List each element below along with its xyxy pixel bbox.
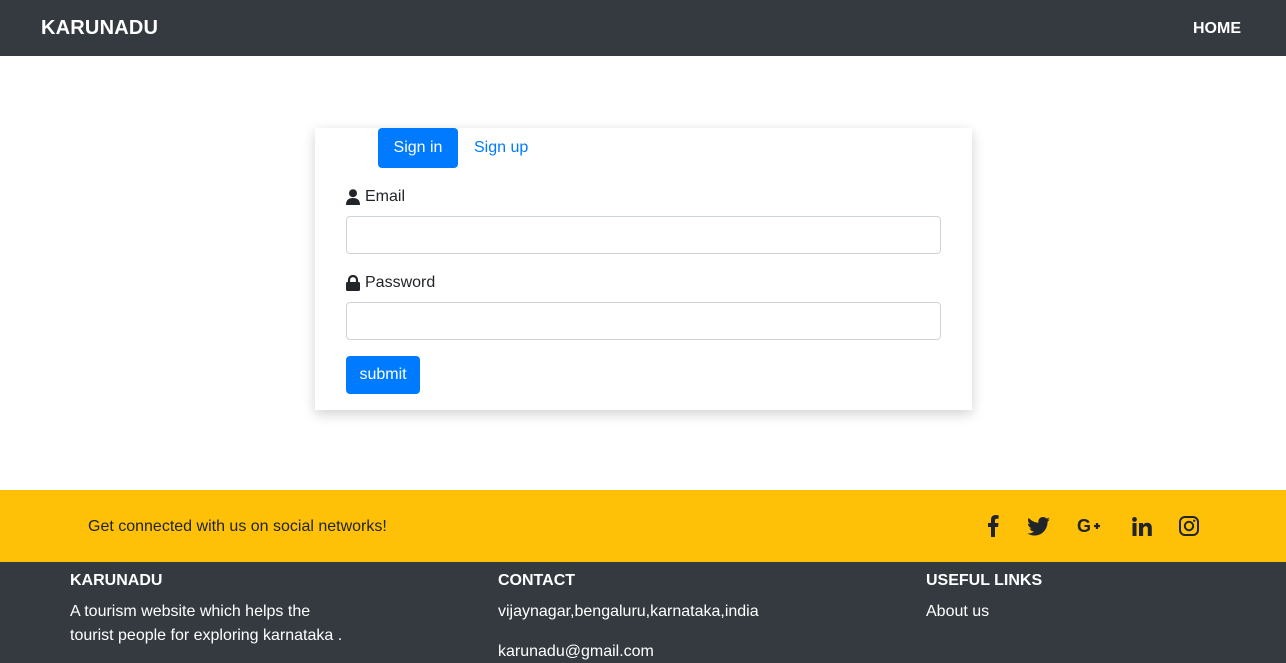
tab-signup[interactable]: Sign up (459, 128, 543, 168)
twitter-icon[interactable] (1026, 514, 1050, 538)
footer-about-text-line1: A tourism website which helps the (70, 603, 311, 620)
social-text: Get connected with us on social networks… (88, 518, 387, 535)
email-input[interactable] (346, 216, 941, 254)
google-plus-icon[interactable]: G (1077, 514, 1105, 538)
linkedin-icon[interactable] (1130, 514, 1154, 538)
footer-about-us-link[interactable]: About us (926, 600, 1126, 624)
footer-about-text-line2: tourist people for exploring karnataka . (70, 627, 343, 644)
tab-signin[interactable]: Sign in (378, 128, 458, 168)
svg-text:G: G (1077, 518, 1091, 534)
auth-card: Sign in Sign up Email Password submit (315, 128, 972, 410)
facebook-icon[interactable] (981, 514, 1005, 538)
password-label-row: Password (346, 274, 435, 292)
footer: KARUNADU A tourism website which helps t… (0, 562, 1286, 663)
social-bar: Get connected with us on social networks… (0, 490, 1286, 562)
footer-links-section: USEFUL LINKS About us (926, 572, 1126, 624)
footer-links-heading: USEFUL LINKS (926, 572, 1043, 589)
email-label-row: Email (346, 188, 405, 206)
brand-logo[interactable]: KARUNADU (41, 17, 158, 40)
footer-about-section: KARUNADU A tourism website which helps t… (70, 572, 370, 648)
lock-icon (346, 275, 360, 291)
footer-contact-heading: CONTACT (498, 572, 576, 589)
nav-home-link[interactable]: HOME (1193, 20, 1241, 38)
user-icon (346, 189, 360, 205)
footer-contact-address: vijaynagar,bengaluru,karnataka,india (498, 603, 759, 620)
footer-about-heading: KARUNADU (70, 572, 163, 589)
navbar: KARUNADU HOME (0, 0, 1286, 56)
footer-contact-email[interactable]: karunadu@gmail.com (498, 640, 818, 663)
footer-contact-section: CONTACT vijaynagar,bengaluru,karnataka,i… (498, 572, 818, 663)
email-label: Email (365, 188, 406, 205)
password-label: Password (365, 274, 436, 291)
submit-button[interactable]: submit (346, 356, 420, 394)
instagram-icon[interactable] (1177, 514, 1201, 538)
password-input[interactable] (346, 302, 941, 340)
